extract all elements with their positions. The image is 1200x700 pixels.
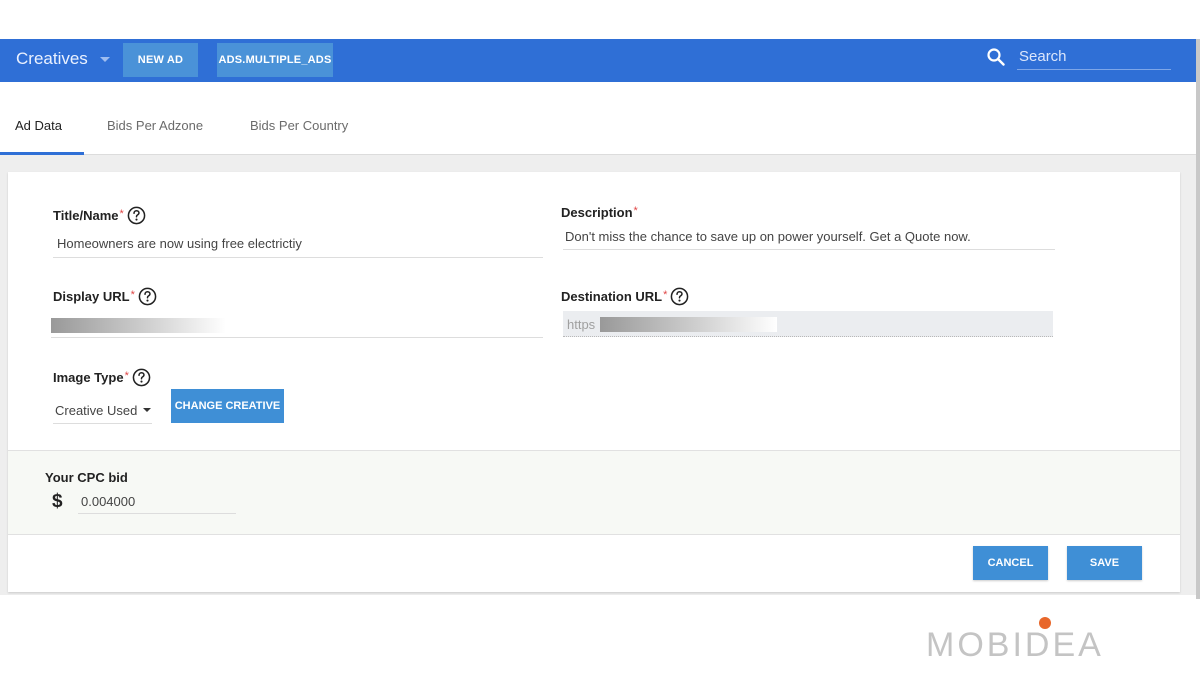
new-ad-button[interactable]: NEW AD	[123, 43, 198, 77]
page: Creatives NEW AD ADS.MULTIPLE_ADS Ad Dat…	[0, 0, 1200, 700]
help-icon[interactable]	[670, 287, 689, 306]
multiple-ads-button[interactable]: ADS.MULTIPLE_ADS	[217, 43, 333, 77]
help-icon[interactable]	[127, 206, 146, 225]
display-url-label: Display URL *	[53, 287, 157, 306]
destination-url-input[interactable]: https	[563, 311, 1053, 337]
required-mark: *	[663, 288, 668, 301]
destination-url-redacted	[600, 317, 777, 332]
tab-bids-per-country[interactable]: Bids Per Country	[250, 118, 348, 133]
title-name-label: Title/Name *	[53, 206, 146, 225]
dollar-icon: $	[52, 491, 63, 512]
image-type-label: Image Type *	[53, 368, 151, 387]
display-url-underline	[51, 337, 543, 338]
required-mark: *	[633, 204, 638, 217]
tab-ad-data[interactable]: Ad Data	[15, 118, 62, 133]
title-name-input[interactable]: Homeowners are now using free electricti…	[57, 236, 302, 251]
required-mark: *	[124, 369, 129, 382]
search-icon[interactable]	[987, 48, 1005, 66]
help-icon[interactable]	[132, 368, 151, 387]
top-app-bar: Creatives NEW AD ADS.MULTIPLE_ADS	[0, 39, 1196, 82]
image-type-value: Creative Used	[55, 402, 138, 418]
cancel-button[interactable]: CANCEL	[973, 546, 1048, 580]
required-mark: *	[130, 288, 135, 301]
description-input[interactable]: Don't miss the chance to save up on powe…	[565, 229, 971, 244]
cpc-bid-section: Your CPC bid $ 0.004000	[8, 450, 1180, 535]
required-mark: *	[119, 207, 124, 220]
title-name-underline	[53, 257, 543, 258]
destination-url-label: Destination URL *	[561, 287, 689, 306]
cpc-bid-underline	[78, 513, 236, 514]
image-type-select[interactable]: Creative Used	[53, 397, 152, 424]
cpc-bid-label: Your CPC bid	[45, 470, 128, 485]
tab-bids-per-adzone[interactable]: Bids Per Adzone	[107, 118, 203, 133]
scrollbar[interactable]	[1196, 39, 1200, 599]
description-underline	[563, 249, 1055, 250]
cpc-bid-input[interactable]: 0.004000	[81, 494, 135, 509]
search-input[interactable]	[1017, 44, 1171, 70]
description-label: Description *	[561, 204, 638, 221]
mobidea-logo: MOBIDEA	[926, 628, 1160, 662]
change-creative-button[interactable]: CHANGE CREATIVE	[171, 389, 284, 423]
app-title: Creatives	[16, 49, 88, 68]
save-button[interactable]: SAVE	[1067, 546, 1142, 580]
help-icon[interactable]	[138, 287, 157, 306]
destination-url-prefix: https	[567, 317, 596, 332]
app-title-dropdown[interactable]: Creatives	[16, 49, 110, 69]
chevron-down-icon	[99, 56, 110, 62]
tab-bar: Ad Data Bids Per Adzone Bids Per Country	[0, 82, 1196, 155]
logo-text: MOBIDEA	[926, 626, 1104, 664]
ad-form-card: Title/Name * Homeowners are now using fr…	[8, 172, 1180, 592]
display-url-input[interactable]	[51, 318, 226, 333]
caret-down-icon	[143, 408, 152, 412]
